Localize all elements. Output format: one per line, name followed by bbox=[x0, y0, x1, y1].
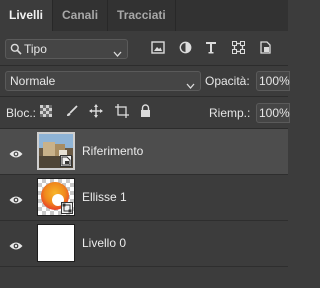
divider bbox=[0, 65, 288, 66]
lock-transparency-icon[interactable] bbox=[40, 104, 52, 122]
lock-position-icon[interactable] bbox=[89, 104, 103, 123]
eye-icon[interactable] bbox=[9, 146, 23, 164]
eye-icon[interactable] bbox=[9, 192, 23, 210]
layer-row-ellisse-1[interactable]: Ellisse 1 bbox=[0, 175, 288, 220]
lock-all-icon[interactable] bbox=[140, 104, 151, 122]
layer-thumbnail bbox=[37, 178, 75, 216]
divider bbox=[0, 96, 288, 97]
smart-object-icon bbox=[60, 155, 72, 167]
lock-image-pixels-icon[interactable] bbox=[66, 104, 78, 122]
eye-icon[interactable] bbox=[9, 238, 23, 256]
filter-kind-dropdown[interactable]: Tipo bbox=[5, 39, 128, 59]
layer-thumbnail bbox=[37, 132, 75, 170]
panel-tabs: Livelli Canali Tracciati bbox=[0, 0, 288, 31]
fill-input[interactable]: 100% bbox=[256, 103, 290, 123]
adjustment-filter-icon[interactable] bbox=[179, 41, 192, 59]
type-filter-icon[interactable] bbox=[205, 41, 217, 59]
fill-label: Riemp.: bbox=[209, 106, 251, 120]
filter-kind-label: Tipo bbox=[24, 42, 47, 56]
divider bbox=[0, 266, 288, 267]
tab-layers[interactable]: Livelli bbox=[0, 0, 54, 31]
blend-mode-dropdown[interactable]: Normale bbox=[5, 71, 201, 91]
tab-channels[interactable]: Canali bbox=[53, 0, 109, 31]
layer-thumbnail bbox=[37, 224, 75, 262]
lock-label: Bloc.: bbox=[6, 106, 37, 120]
image-filter-icon[interactable] bbox=[151, 41, 165, 59]
layer-name[interactable]: Riferimento bbox=[82, 144, 143, 158]
shape-filter-icon[interactable] bbox=[232, 41, 245, 59]
chevron-down-icon bbox=[113, 46, 122, 60]
blend-mode-label: Normale bbox=[10, 74, 56, 88]
tab-paths[interactable]: Tracciati bbox=[108, 0, 176, 31]
smart-object-filter-icon[interactable] bbox=[259, 41, 272, 59]
shape-layer-icon bbox=[61, 202, 73, 214]
opacity-label: Opacità: bbox=[205, 74, 250, 88]
layer-row-riferimento[interactable]: Riferimento bbox=[0, 129, 288, 174]
lock-artboard-icon[interactable] bbox=[115, 104, 129, 123]
layer-name[interactable]: Ellisse 1 bbox=[82, 190, 127, 204]
opacity-input[interactable]: 100% bbox=[256, 71, 290, 91]
layer-row-livello-0[interactable]: Livello 0 bbox=[0, 221, 288, 266]
search-icon bbox=[10, 43, 22, 58]
layer-name[interactable]: Livello 0 bbox=[82, 236, 126, 250]
chevron-down-icon bbox=[186, 78, 195, 92]
